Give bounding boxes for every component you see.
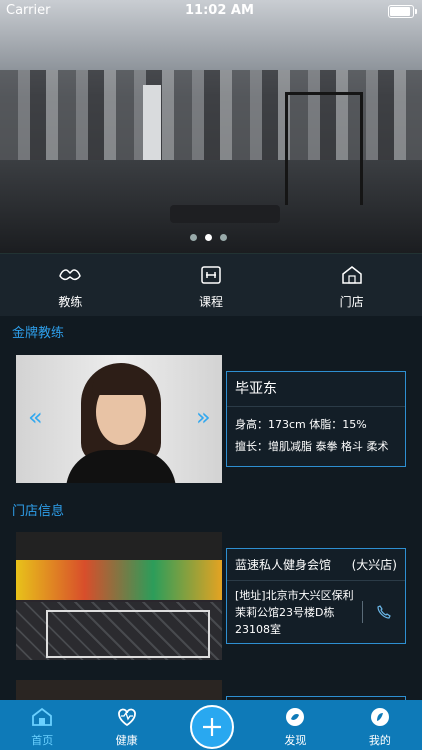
coach-photo: « » bbox=[16, 355, 222, 483]
carousel-dot[interactable] bbox=[190, 234, 197, 241]
banner-rack bbox=[285, 92, 363, 205]
tab-profile[interactable]: 我的 bbox=[338, 700, 422, 750]
store-address: [地址]北京市大兴区保利茉莉公馆23号楼D栋23108室 bbox=[235, 589, 354, 636]
tab-label: 健康 bbox=[115, 734, 138, 747]
store-district: (大兴店) bbox=[351, 558, 397, 572]
plus-icon[interactable] bbox=[190, 705, 234, 749]
clock: 11:02 AM bbox=[185, 3, 254, 18]
carrier-label: Carrier bbox=[6, 3, 51, 18]
tab-discover[interactable]: 发现 bbox=[253, 700, 337, 750]
store-floor-grid bbox=[46, 610, 210, 658]
quick-nav: 教练 课程 门店 bbox=[0, 253, 422, 316]
discover-icon bbox=[253, 705, 337, 729]
banner-bench bbox=[170, 205, 280, 223]
battery-tip bbox=[415, 9, 417, 14]
coach-card[interactable]: « » 毕亚东 身高：173cm 体脂：15% 擅长：增肌减脂 泰拳 格斗 柔术 bbox=[16, 355, 406, 483]
tab-label: 我的 bbox=[368, 734, 391, 747]
tab-health[interactable]: 健康 bbox=[84, 700, 168, 750]
store-name: 蓝速私人健身会馆 bbox=[235, 558, 332, 572]
quick-nav-coach[interactable]: 教练 bbox=[0, 254, 141, 316]
tab-home[interactable]: 首页 bbox=[0, 700, 84, 750]
coach-specialty: 擅长：增肌减脂 泰拳 格斗 柔术 bbox=[235, 440, 389, 453]
muscle-icon bbox=[0, 264, 141, 286]
quick-nav-course[interactable]: 课程 bbox=[141, 254, 282, 316]
quick-nav-label: 课程 bbox=[199, 295, 224, 309]
carousel-dot-active[interactable] bbox=[205, 234, 212, 241]
store-header: 蓝速私人健身会馆 (大兴店) bbox=[227, 549, 405, 581]
next-coach-arrow-icon[interactable]: » bbox=[196, 403, 211, 431]
coach-bangs bbox=[92, 367, 152, 395]
coach-stats: 身高：173cm 体脂：15% bbox=[235, 418, 367, 431]
quick-nav-label: 教练 bbox=[58, 295, 83, 309]
prev-coach-arrow-icon[interactable]: « bbox=[28, 403, 43, 431]
quick-nav-label: 门店 bbox=[339, 295, 364, 309]
quick-nav-store[interactable]: 门店 bbox=[281, 254, 422, 316]
hero-banner[interactable] bbox=[0, 0, 422, 253]
store-card[interactable]: 蓝速私人健身会馆 (大兴店) [地址]北京市大兴区保利茉莉公馆23号楼D栋231… bbox=[16, 532, 406, 660]
coach-info-box: 毕亚东 身高：173cm 体脂：15% 擅长：增肌减脂 泰拳 格斗 柔术 bbox=[226, 371, 406, 467]
home-icon bbox=[0, 705, 84, 729]
phone-icon[interactable] bbox=[362, 601, 395, 623]
section-title-stores: 门店信息 bbox=[12, 504, 65, 519]
profile-icon bbox=[338, 705, 422, 729]
store-card-partial[interactable] bbox=[16, 680, 406, 701]
store-photo bbox=[16, 532, 222, 660]
coach-body bbox=[66, 450, 176, 483]
dumbbell-icon bbox=[141, 264, 282, 286]
store-info-box: 蓝速私人健身会馆 (大兴店) [地址]北京市大兴区保利茉莉公馆23号楼D栋231… bbox=[226, 548, 406, 644]
carousel-dots[interactable] bbox=[190, 234, 227, 241]
coach-name: 毕亚东 bbox=[227, 372, 405, 407]
status-bar: Carrier 11:02 AM bbox=[0, 0, 422, 22]
tab-label: 首页 bbox=[31, 734, 54, 747]
carousel-dot[interactable] bbox=[220, 234, 227, 241]
section-title-coaches: 金牌教练 bbox=[12, 326, 65, 341]
battery-icon bbox=[388, 5, 414, 18]
store-photo bbox=[16, 680, 222, 700]
tab-label: 发现 bbox=[284, 734, 307, 747]
heart-icon bbox=[84, 705, 168, 729]
store-wall bbox=[16, 560, 222, 600]
store-icon bbox=[281, 264, 422, 286]
